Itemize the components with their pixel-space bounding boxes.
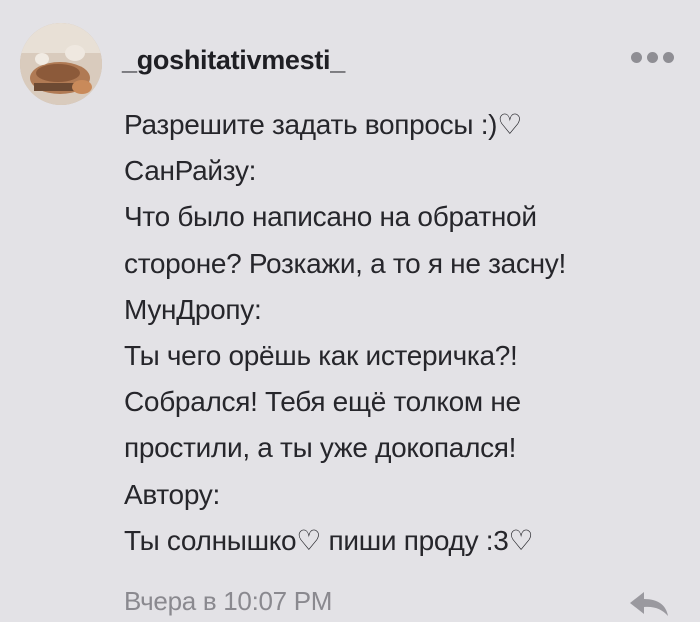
- more-dot: [662, 51, 674, 63]
- comment-line: стороне? Розкажи, а то я не засну!: [124, 247, 566, 279]
- comment-line: Ты солнышко♡ пиши проду :3♡: [124, 524, 534, 556]
- comment-line: МунДропу:: [124, 293, 262, 325]
- avatar-image: [20, 23, 102, 105]
- more-dot: [630, 51, 642, 63]
- comment-line: Что было написано на обратной: [124, 201, 537, 233]
- comment-line: Разрешите задать вопросы :)♡: [124, 109, 522, 140]
- more-dot: [646, 51, 658, 63]
- comment-timestamp: Вчера в 10:07 PM: [124, 586, 333, 616]
- reply-arrow-icon: [630, 592, 668, 616]
- comment-card: _goshitativmesti_ Разрешите задать вопро…: [0, 0, 700, 622]
- comment-line: Собрался! Тебя ещё толком не: [124, 386, 521, 418]
- avatar[interactable]: [20, 23, 102, 105]
- comment-line: Автору:: [124, 478, 220, 510]
- more-options-button[interactable]: [622, 45, 682, 69]
- reply-button[interactable]: [624, 588, 672, 618]
- comment-line: СанРайзу:: [124, 155, 257, 187]
- comment-text: Разрешите задать вопросы :)♡ СанРайзу: Ч…: [124, 102, 684, 564]
- comment-line: Ты чего орёшь как истеричка?!: [124, 339, 518, 371]
- username[interactable]: _goshitativmesti_: [122, 45, 345, 76]
- comment-line: простили, а ты уже докопался!: [124, 432, 517, 464]
